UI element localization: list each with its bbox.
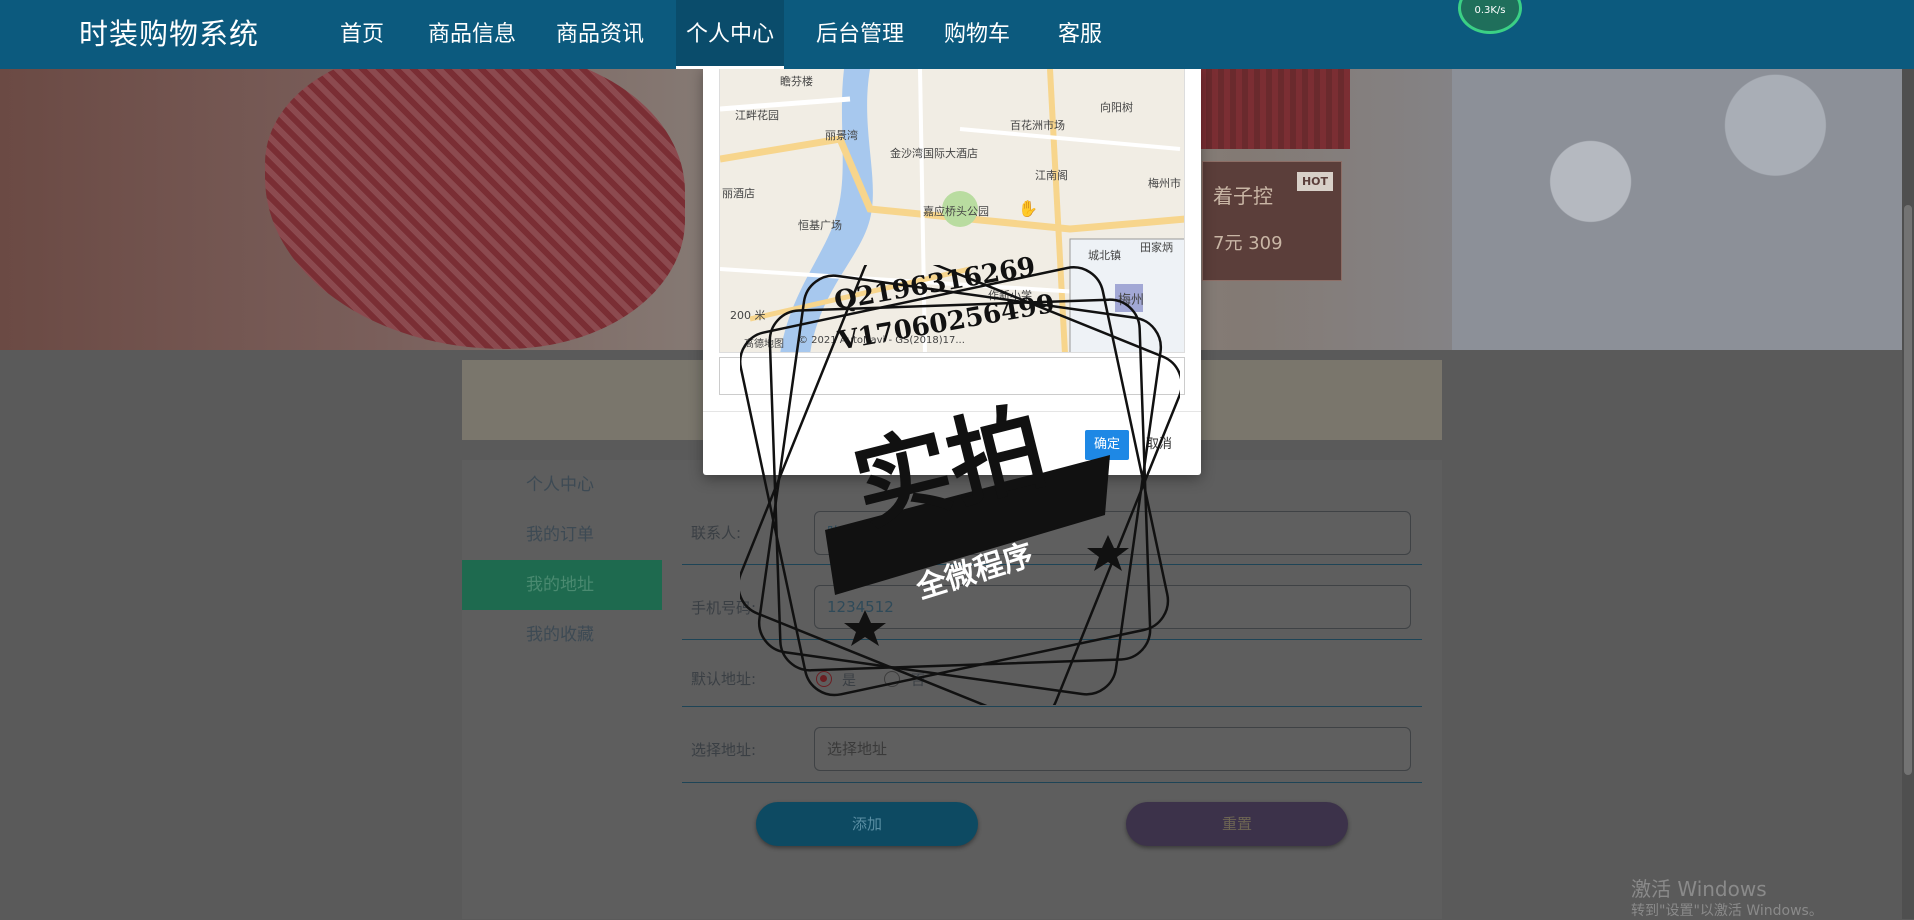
map-view[interactable]: 瞻芬楼 江畔花园 丽景湾 金沙湾国际大酒店 百花洲市场 向阳树 丽酒店 江南阁 … xyxy=(719,68,1185,353)
windows-activation-subtitle: 转到"设置"以激活 Windows。 xyxy=(1631,903,1823,919)
form-row-default: 默认地址: 是 否 xyxy=(682,652,1422,707)
map-label: 百花洲市场 xyxy=(1010,119,1065,132)
hot-badge: HOT xyxy=(1296,172,1333,191)
nav-product-news[interactable]: 商品资讯 xyxy=(546,0,654,69)
hand-cursor-icon: ✋ xyxy=(1018,199,1038,218)
form-row-phone: 手机号码: 1234512 xyxy=(682,577,1422,640)
banner-model-image xyxy=(265,69,685,349)
map-label: 梅州 xyxy=(1118,293,1145,308)
map-label: 丽酒店 xyxy=(722,187,755,200)
form-row-address: 选择地址: 选择地址 xyxy=(682,718,1422,783)
reset-button[interactable]: 重置 xyxy=(1126,802,1348,846)
contact-input[interactable]: 陈 xyxy=(814,511,1411,555)
default-label: 默认地址: xyxy=(691,670,757,688)
map-copyright: © 2021 AutoNavi - GS(2018)17... xyxy=(798,335,965,346)
scrollbar-thumb[interactable] xyxy=(1904,205,1912,775)
sidebar-item-my-orders[interactable]: 我的订单 xyxy=(462,510,662,560)
promo-text: 着子控 xyxy=(1213,184,1273,208)
sidebar-item-my-favorites[interactable]: 我的收藏 xyxy=(462,610,662,660)
promo-price: 7元 309 xyxy=(1213,233,1283,254)
map-label: 向阳树 xyxy=(1100,101,1133,114)
map-label: 作新小学 xyxy=(988,289,1032,302)
address-label: 选择地址: xyxy=(691,741,757,759)
address-input[interactable]: 选择地址 xyxy=(814,727,1411,771)
map-provider: 高德地图 xyxy=(744,339,784,350)
nav-admin[interactable]: 后台管理 xyxy=(806,0,914,69)
map-label: 江畔花园 xyxy=(735,109,779,122)
form-row-contact: 联系人: 陈 xyxy=(682,502,1422,565)
dialog-divider xyxy=(703,411,1201,412)
default-yes-label: 是 xyxy=(842,673,856,689)
nav-customer-service[interactable]: 客服 xyxy=(1054,0,1106,69)
map-label: 丽景湾 xyxy=(825,129,858,142)
default-no-radio[interactable] xyxy=(884,671,900,687)
default-no-label: 否 xyxy=(911,673,925,689)
map-label: 江南阁 xyxy=(1035,169,1068,182)
confirm-button[interactable]: 确定 xyxy=(1085,430,1129,460)
map-picker-dialog: 瞻芬楼 江畔花园 丽景湾 金沙湾国际大酒店 百花洲市场 向阳树 丽酒店 江南阁 … xyxy=(703,66,1201,475)
banner-shirt-image xyxy=(1200,69,1350,149)
site-brand[interactable]: 时装购物系统 xyxy=(79,0,259,69)
nav-personal-center[interactable]: 个人中心 xyxy=(676,0,784,69)
nav-product-info[interactable]: 商品信息 xyxy=(418,0,526,69)
cancel-button[interactable]: 取消 xyxy=(1137,430,1181,460)
nav-cart[interactable]: 购物车 xyxy=(936,0,1018,69)
map-search-input[interactable] xyxy=(719,357,1185,395)
banner-flowers-image xyxy=(1452,69,1914,350)
page-scrollbar[interactable] xyxy=(1902,0,1914,919)
map-label: 嘉应桥头公园 xyxy=(923,205,989,218)
map-label: 瞻芬楼 xyxy=(780,75,813,88)
default-yes-radio[interactable] xyxy=(816,671,832,687)
map-label: 恒基广场 xyxy=(798,219,842,232)
banner-promo-tag: HOT 着子控 7元 309 xyxy=(1202,161,1342,281)
add-button[interactable]: 添加 xyxy=(756,802,978,846)
sidebar-item-personal-center[interactable]: 个人中心 xyxy=(462,460,662,510)
network-speed-widget: 0.3K/s xyxy=(1458,0,1522,34)
sidebar-item-my-address[interactable]: 我的地址 xyxy=(462,560,662,610)
contact-label: 联系人: xyxy=(691,524,742,542)
map-label: 城北镇 xyxy=(1088,249,1121,262)
map-label: 梅州市 xyxy=(1148,177,1181,190)
top-navbar: 时装购物系统 首页 商品信息 商品资讯 个人中心 后台管理 购物车 客服 0.3… xyxy=(0,0,1914,69)
map-scale: 200 米 xyxy=(730,309,766,322)
phone-label: 手机号码: xyxy=(691,599,757,617)
map-label: 金沙湾国际大酒店 xyxy=(890,147,978,160)
phone-input[interactable]: 1234512 xyxy=(814,585,1411,629)
speed-value: 0.3K/s xyxy=(1474,5,1506,16)
windows-activation-title: 激活 Windows xyxy=(1631,877,1767,901)
nav-home[interactable]: 首页 xyxy=(332,0,392,69)
map-label: 田家炳 xyxy=(1140,241,1173,254)
